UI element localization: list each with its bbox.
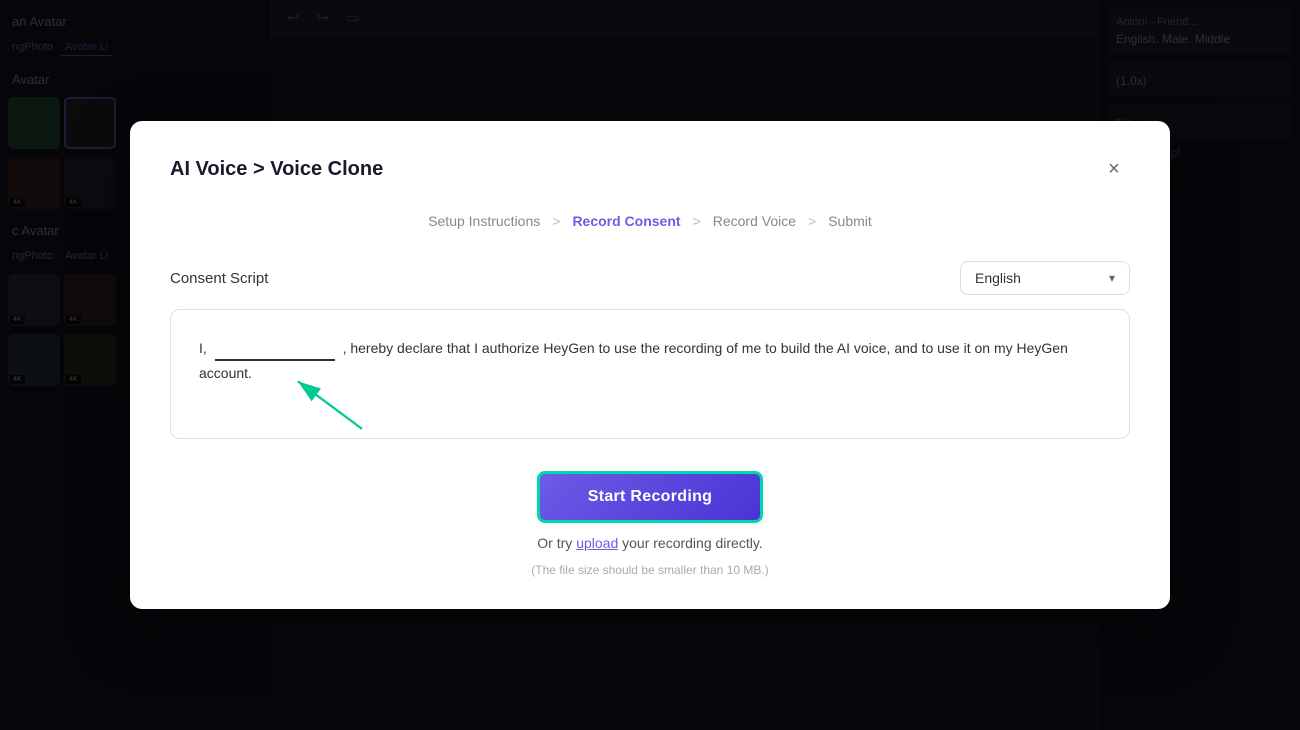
upload-text: Or try upload your recording directly. xyxy=(537,535,762,551)
script-name-blank xyxy=(215,334,335,361)
modal-close-button[interactable]: × xyxy=(1098,153,1130,185)
language-value: English xyxy=(975,270,1021,286)
consent-script-text: I, , hereby declare that I authorize Hey… xyxy=(199,334,1101,386)
voice-clone-modal: AI Voice > Voice Clone × Setup Instructi… xyxy=(130,121,1170,609)
action-area: Start Recording Or try upload your recor… xyxy=(170,471,1130,577)
step-record-consent: Record Consent xyxy=(572,213,680,229)
upload-link[interactable]: upload xyxy=(576,535,618,551)
step-sep-3: > xyxy=(808,213,816,229)
step-submit: Submit xyxy=(828,213,872,229)
language-chevron-icon: ▾ xyxy=(1109,271,1115,285)
upload-text-before: Or try xyxy=(537,535,576,551)
step-record-voice: Record Voice xyxy=(713,213,796,229)
step-setup-instructions: Setup Instructions xyxy=(428,213,540,229)
modal-backdrop: AI Voice > Voice Clone × Setup Instructi… xyxy=(0,0,1300,730)
consent-header: Consent Script English ▾ xyxy=(170,261,1130,295)
language-select-button[interactable]: English ▾ xyxy=(960,261,1130,295)
step-sep-1: > xyxy=(552,213,560,229)
consent-script-box: I, , hereby declare that I authorize Hey… xyxy=(170,309,1130,439)
upload-note: (The file size should be smaller than 10… xyxy=(531,563,768,577)
script-prefix: I, xyxy=(199,340,207,356)
modal-header: AI Voice > Voice Clone × xyxy=(170,153,1130,185)
steps-breadcrumb: Setup Instructions > Record Consent > Re… xyxy=(170,213,1130,229)
modal-title: AI Voice > Voice Clone xyxy=(170,158,383,181)
start-recording-button[interactable]: Start Recording xyxy=(537,471,764,523)
step-sep-2: > xyxy=(693,213,701,229)
upload-text-after: your recording directly. xyxy=(618,535,762,551)
consent-section-label: Consent Script xyxy=(170,270,268,287)
